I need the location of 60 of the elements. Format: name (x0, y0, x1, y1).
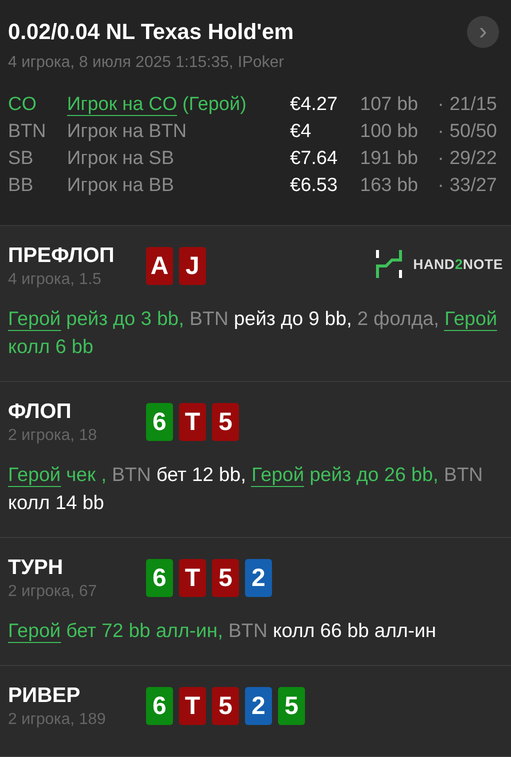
player-position: CO (8, 94, 38, 116)
stack-bb: 100 bb (360, 121, 420, 143)
separator-dot: · (436, 121, 445, 143)
player-stack: €7.64 (290, 148, 339, 170)
player-stats: 29/22 (449, 148, 497, 170)
street-info: 2 игрока, 67 (8, 583, 98, 601)
playing-card: 5 (278, 687, 305, 725)
playing-card: 6 (146, 687, 173, 725)
playing-card: 2 (245, 559, 272, 597)
player-stats: 33/27 (449, 175, 497, 197)
player-name: Игрок на CO (Герой) (67, 94, 248, 116)
hero-link[interactable]: Герой (444, 308, 498, 331)
stack-bb: 163 bb (360, 175, 420, 197)
playing-card: 2 (245, 687, 272, 725)
playing-card: 5 (212, 559, 239, 597)
hero-link[interactable]: Герой (8, 308, 61, 331)
street-title: ПРЕФЛОП (8, 244, 116, 268)
street-title: ТУРН (8, 556, 64, 580)
playing-card: T (179, 687, 206, 725)
player-position: SB (8, 148, 34, 170)
stack-bb: 107 bb (360, 94, 420, 116)
player-stack: €4.27 (290, 94, 339, 116)
separator-dot: · (436, 148, 445, 170)
playing-card: 5 (212, 687, 239, 725)
hero-link[interactable]: Игрок на CO (67, 94, 178, 116)
player-name: Игрок на BTN (67, 121, 188, 143)
hero-link[interactable]: Герой (251, 464, 304, 487)
player-stats: 21/15 (449, 94, 497, 116)
hero-link[interactable]: Герой (8, 464, 61, 487)
playing-card: 5 (212, 403, 239, 441)
action-line: Герой бет 72 bb алл-ин, BTN колл 66 bb алл-ин (8, 619, 438, 645)
playing-card: J (179, 247, 206, 285)
stack-bb: 191 bb (360, 148, 420, 170)
player-stack: €6.53 (290, 175, 339, 197)
street-title: ФЛОП (8, 400, 72, 424)
action-line: Герой чек , BTN бет 12 bb, Герой рейз до 26 bb, BTN колл 14 bb (8, 463, 484, 516)
playing-card: T (179, 403, 206, 441)
playing-card: 6 (146, 403, 173, 441)
street-info: 4 игрока, 1.5 (8, 271, 102, 289)
street-title: РИВЕР (8, 684, 82, 708)
logo-icon (375, 250, 404, 278)
logo-text: HAND2NOTE (413, 256, 503, 272)
playing-card: 6 (146, 559, 173, 597)
hand-info: 4 игрока, 8 июля 2025 1:15:35, IPoker (8, 54, 285, 72)
player-name: Игрок на BB (67, 175, 175, 197)
game-title: 0.02/0.04 NL Texas Hold'em (8, 19, 294, 45)
next-button[interactable]: › (467, 16, 499, 48)
street-info: 2 игрока, 18 (8, 427, 98, 445)
player-name: Игрок на SB (67, 148, 175, 170)
player-stack: €4 (290, 121, 312, 143)
playing-card: T (179, 559, 206, 597)
player-position: BTN (8, 121, 47, 143)
player-position: BB (8, 175, 34, 197)
player-stats: 50/50 (449, 121, 497, 143)
hero-link[interactable]: Герой (8, 620, 61, 643)
street-info: 2 игрока, 189 (8, 711, 107, 729)
separator-dot: · (436, 94, 445, 116)
action-line: Герой рейз до 3 bb, BTN рейз до 9 bb, 2 фолда, Герой колл 6 bb (8, 307, 498, 360)
separator-dot: · (436, 175, 445, 197)
playing-card: A (146, 247, 173, 285)
